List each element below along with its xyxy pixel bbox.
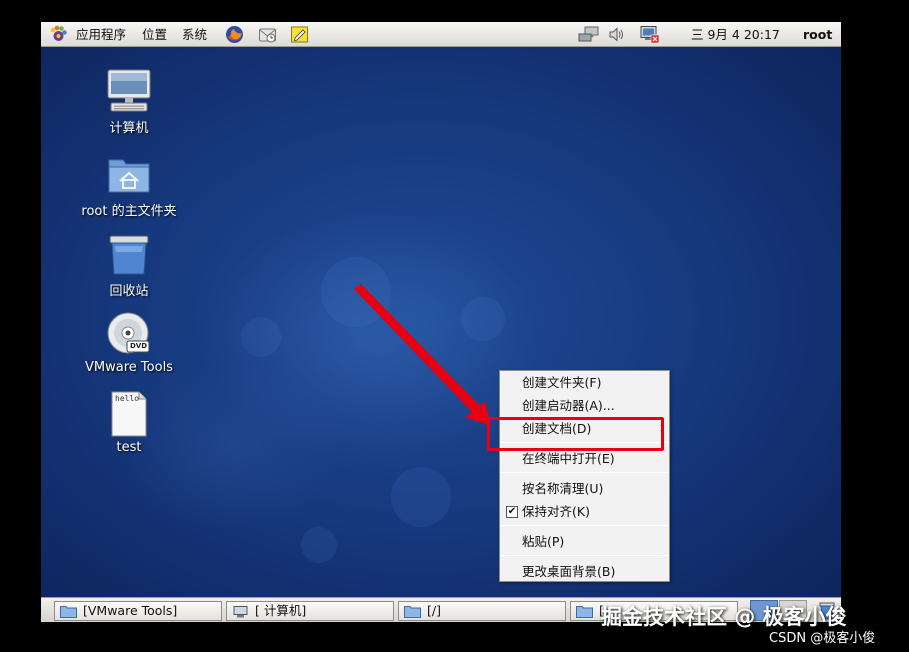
taskbar-item-root-folder[interactable]: [/] xyxy=(398,601,566,621)
csdn-watermark-text: CSDN @极客小俊 xyxy=(769,631,876,646)
taskbar-item-label: [ 计算机] xyxy=(255,603,307,618)
folder-icon xyxy=(404,605,421,618)
taskbar-item-label: [/] xyxy=(427,603,441,618)
taskbar-item-label: [VMware Tools] xyxy=(83,603,178,618)
taskbar-item-vmware-tools[interactable]: [VMware Tools] xyxy=(54,601,222,621)
folder-icon xyxy=(60,605,77,618)
computer-icon xyxy=(232,605,249,618)
annotation-highlight-box xyxy=(487,417,664,451)
annotation-arrow-icon xyxy=(354,284,491,426)
taskbar-item-computer[interactable]: [ 计算机] xyxy=(226,601,394,621)
desktop-screen: 应用程序 位置 系统 三 9月 4 20:17 root 计算机 root 的主… xyxy=(41,22,841,622)
folder-icon xyxy=(576,605,593,618)
